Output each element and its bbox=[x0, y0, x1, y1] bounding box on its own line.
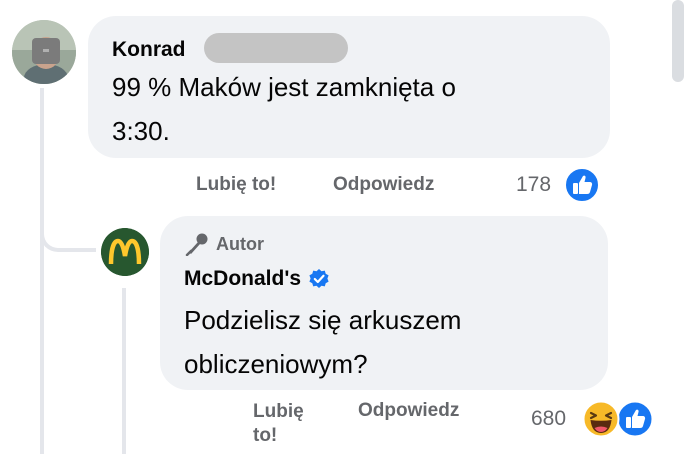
reply-bubble: Autor McDonald's Podzielisz się arkuszem… bbox=[160, 216, 608, 390]
comment-bubble: Konrad 99 % Maków jest zamknięta o 3:30. bbox=[88, 16, 610, 158]
comment-reaction-count[interactable]: 178 bbox=[516, 173, 551, 197]
comment-like-button[interactable]: Lubię to! bbox=[196, 174, 276, 196]
verified-badge-icon bbox=[309, 269, 329, 288]
profile-photo bbox=[12, 20, 76, 84]
microphone-icon bbox=[185, 233, 208, 256]
reply-reply-button[interactable]: Odpowiedz bbox=[358, 400, 459, 422]
comment-reply-button[interactable]: Odpowiedz bbox=[333, 174, 434, 196]
author-badge-label: Autor bbox=[216, 233, 264, 254]
reply-text: Podzielisz się arkuszem obliczeniowym? bbox=[184, 305, 462, 379]
reply-author-row: McDonald's bbox=[184, 267, 330, 291]
thread-line-reply bbox=[122, 288, 126, 454]
like-icon[interactable] bbox=[616, 400, 654, 438]
like-icon[interactable] bbox=[564, 167, 600, 203]
commenter-avatar[interactable] bbox=[12, 20, 76, 84]
author-badge: Autor bbox=[184, 232, 264, 256]
reply-reaction-count[interactable]: 680 bbox=[531, 407, 566, 431]
comment-text: 99 % Maków jest zamknięta o 3:30. bbox=[112, 72, 456, 146]
reply-like-button[interactable]: Lubię to! bbox=[253, 400, 304, 448]
mcdonalds-logo-icon bbox=[101, 228, 149, 276]
mcdonalds-avatar[interactable] bbox=[101, 228, 149, 276]
thread-line-main bbox=[40, 88, 44, 454]
scrollbar-thumb[interactable] bbox=[672, 0, 684, 82]
reply-author-name[interactable]: McDonald's bbox=[184, 267, 301, 291]
author-surname-redaction bbox=[204, 33, 348, 63]
comment-author-name[interactable]: Konrad bbox=[112, 38, 186, 62]
thread-connector bbox=[40, 222, 96, 252]
haha-icon[interactable] bbox=[582, 400, 620, 438]
